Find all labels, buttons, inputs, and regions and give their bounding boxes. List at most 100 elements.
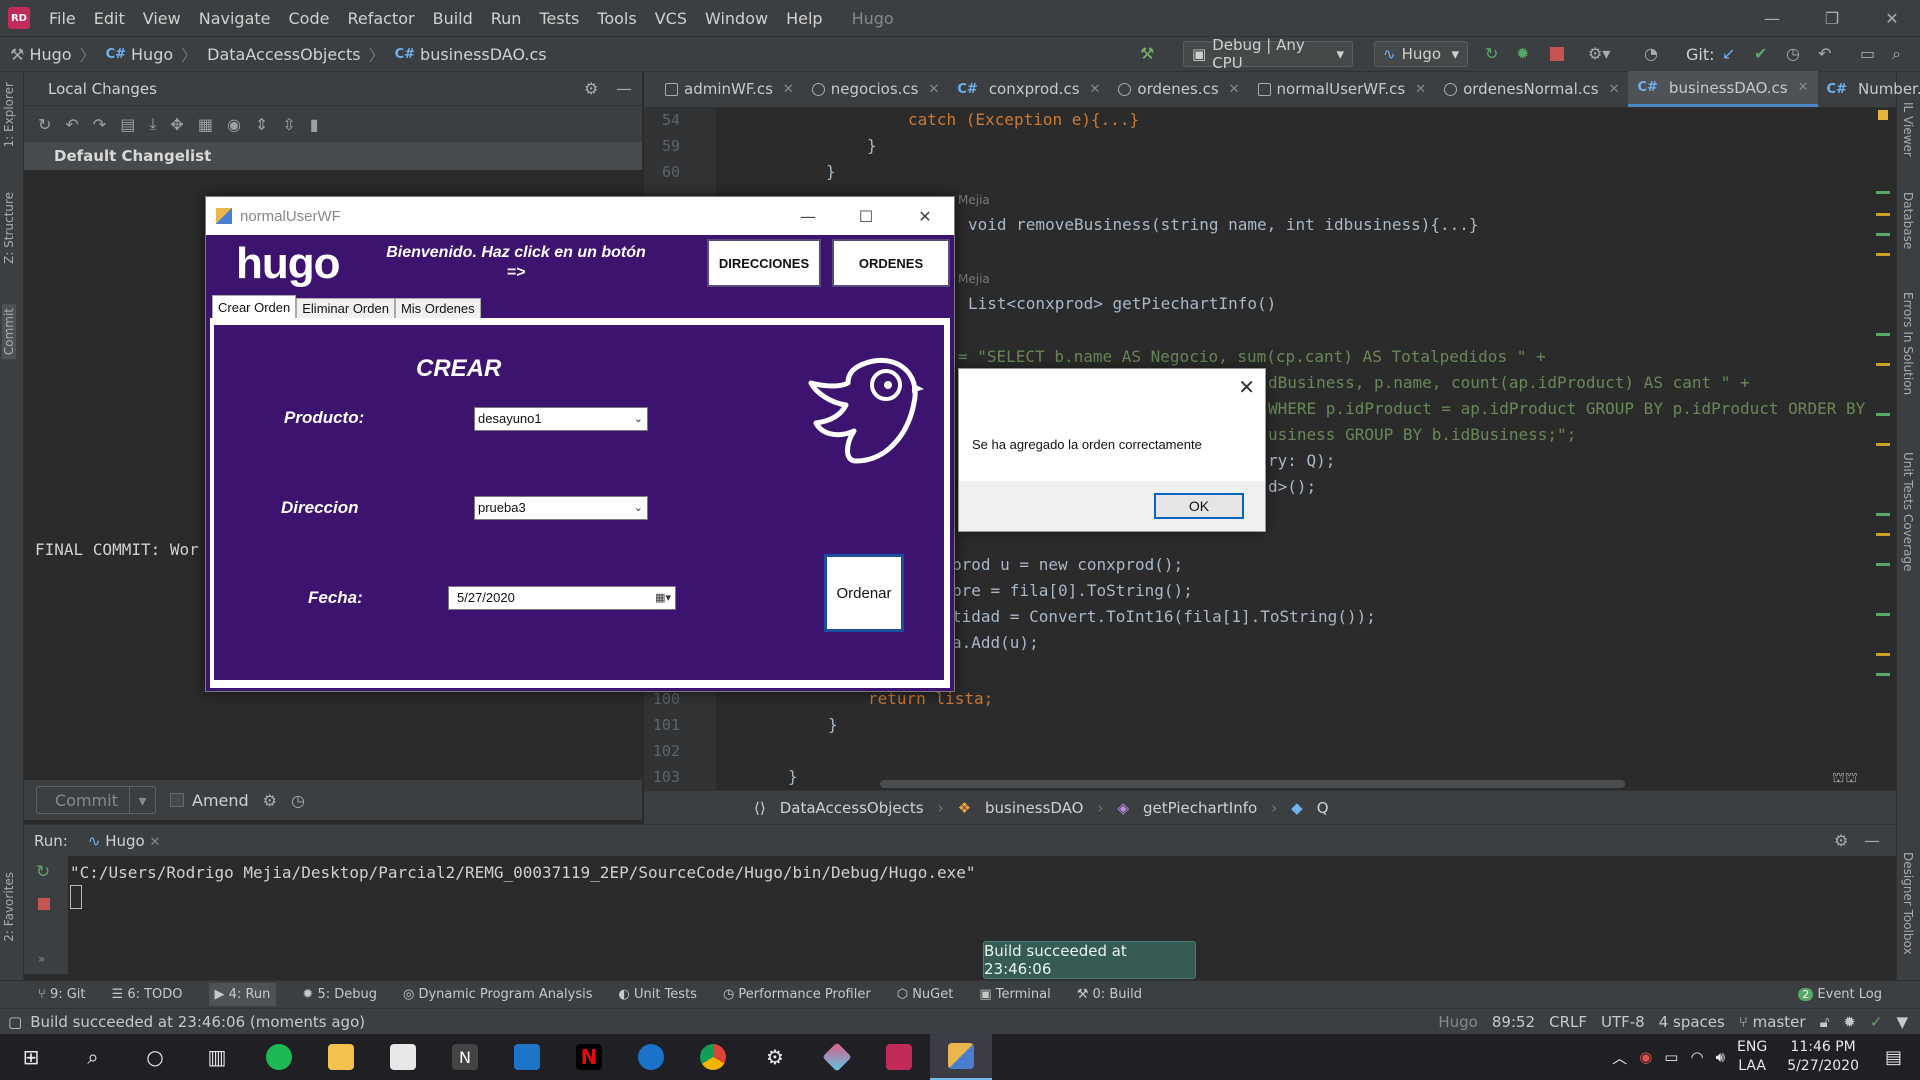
gitkraken-icon[interactable] bbox=[806, 1034, 868, 1080]
menu-help[interactable]: Help bbox=[777, 9, 831, 28]
antivirus-icon[interactable]: ◉ bbox=[1639, 1048, 1652, 1066]
stop-icon[interactable] bbox=[1550, 47, 1564, 61]
settings-icon[interactable]: ⚙ bbox=[744, 1034, 806, 1080]
crumb-namespace[interactable]: DataAccessObjects bbox=[780, 799, 924, 817]
status-line-separator[interactable]: CRLF bbox=[1549, 1013, 1587, 1031]
change-marker[interactable] bbox=[1876, 533, 1890, 536]
menu-vcs[interactable]: VCS bbox=[646, 9, 696, 28]
explorer-tool-tab[interactable]: 1: Explorer bbox=[2, 82, 16, 147]
download-icon[interactable]: ⤓ bbox=[149, 114, 156, 134]
expand-icon[interactable]: ⇕ bbox=[255, 115, 268, 134]
refresh-icon[interactable]: ↻ bbox=[38, 115, 51, 134]
group-icon[interactable]: ▦ bbox=[198, 115, 213, 134]
tool-tab-dpa[interactable]: ◎ Dynamic Program Analysis bbox=[403, 987, 593, 1002]
change-marker[interactable] bbox=[1876, 333, 1890, 336]
window-titlebar[interactable]: normalUserWF — ☐ ✕ bbox=[206, 197, 954, 235]
menu-code[interactable]: Code bbox=[280, 9, 339, 28]
language-indicator[interactable]: ENG LAA bbox=[1737, 1038, 1767, 1076]
tab-normaluserwf[interactable]: normalUserWF.cs ✕ bbox=[1249, 71, 1436, 107]
structure-tool-tab[interactable]: Z: Structure bbox=[2, 192, 16, 264]
restore-icon[interactable]: ❐ bbox=[1802, 0, 1862, 36]
il-viewer-tool-tab[interactable]: IL Viewer bbox=[1901, 102, 1915, 157]
tool-tab-nuget[interactable]: ⬡ NuGet bbox=[897, 987, 954, 1002]
minimize-panel-icon[interactable]: — bbox=[1864, 831, 1880, 850]
stop-icon[interactable] bbox=[38, 898, 50, 910]
lock-icon[interactable]: 🔓︎ bbox=[1820, 1013, 1830, 1031]
breadcrumb-file[interactable]: C# businessDAO.cs bbox=[385, 45, 547, 64]
errors-tool-tab[interactable]: Errors In Solution bbox=[1901, 292, 1915, 395]
tool-tab-debug[interactable]: ✹ 5: Debug bbox=[302, 987, 377, 1002]
tool-tab-build[interactable]: ⚒ 0: Build bbox=[1077, 987, 1142, 1002]
status-indent[interactable]: 4 spaces bbox=[1659, 1013, 1725, 1031]
mail-icon[interactable] bbox=[496, 1034, 558, 1080]
event-log-button[interactable]: 2 Event Log bbox=[1798, 987, 1882, 1002]
fecha-datepicker[interactable]: 5/27/2020 ▦▾ bbox=[448, 586, 676, 610]
build-hammer-icon[interactable]: ⚒ bbox=[1140, 44, 1154, 63]
attach-icon[interactable]: ⚙▾ bbox=[1588, 44, 1610, 63]
edge-icon[interactable] bbox=[620, 1034, 682, 1080]
move-icon[interactable]: ✥ bbox=[170, 115, 183, 134]
editor-scrollbar[interactable] bbox=[1880, 108, 1896, 790]
tool-tab-git[interactable]: ⑂ 9: Git bbox=[38, 987, 86, 1002]
tab-crear-orden[interactable]: Crear Orden bbox=[212, 295, 297, 319]
tab-negocios[interactable]: negocios.cs ✕ bbox=[803, 71, 949, 107]
tab-ordenes[interactable]: ordenes.cs ✕ bbox=[1109, 71, 1248, 107]
shelve-icon[interactable]: ↷ bbox=[93, 115, 106, 134]
close-tab-icon[interactable]: ✕ bbox=[783, 82, 794, 97]
wifi-icon[interactable]: ◠ bbox=[1690, 1048, 1703, 1066]
debug-bug-icon[interactable]: ✹ bbox=[1516, 44, 1529, 63]
git-update-icon[interactable]: ↙ bbox=[1722, 44, 1735, 63]
clock[interactable]: 11:46 PM 5/27/2020 bbox=[1787, 1038, 1859, 1076]
commit-button[interactable]: Commit ▾ bbox=[36, 786, 156, 814]
notion-icon[interactable]: N bbox=[434, 1034, 496, 1080]
diff-icon[interactable]: ▤ bbox=[120, 115, 135, 134]
commit-tool-tab[interactable]: Commit bbox=[2, 304, 16, 360]
preview-icon[interactable]: ▮ bbox=[310, 115, 319, 134]
database-tool-tab[interactable]: Database bbox=[1901, 192, 1915, 249]
status-encoding[interactable]: UTF-8 bbox=[1601, 1013, 1645, 1031]
menu-window[interactable]: Window bbox=[696, 9, 777, 28]
tool-tab-run[interactable]: ▶ 4: Run bbox=[208, 983, 277, 1006]
ordenes-button[interactable]: ORDENES bbox=[832, 239, 950, 287]
eye-icon[interactable]: ◉ bbox=[227, 115, 241, 134]
windows-start-icon[interactable]: ⊞ bbox=[0, 1034, 62, 1080]
git-commit-icon[interactable]: ✔ bbox=[1754, 44, 1767, 63]
volume-icon[interactable]: 🔊︎ bbox=[1716, 1048, 1725, 1066]
gear-icon[interactable]: ⚙ bbox=[584, 79, 598, 98]
configuration-dropdown[interactable]: ▣ Debug | Any CPU ▾ bbox=[1183, 36, 1353, 72]
coverage-tool-tab[interactable]: Unit Tests Coverage bbox=[1901, 452, 1915, 571]
menu-refactor[interactable]: Refactor bbox=[338, 9, 423, 28]
rider-icon[interactable] bbox=[868, 1034, 930, 1080]
close-icon[interactable]: ✕ bbox=[1238, 375, 1255, 400]
producto-select[interactable]: desayuno1 ⌄ bbox=[474, 407, 648, 431]
tab-mis-ordenes[interactable]: Mis Ordenes bbox=[394, 298, 481, 319]
change-marker[interactable] bbox=[1876, 513, 1890, 516]
status-toggle-icon[interactable]: ▢ bbox=[8, 1013, 22, 1031]
tab-conxprod[interactable]: C# conxprod.cs ✕ bbox=[948, 71, 1109, 107]
gear-icon[interactable]: ⚙ bbox=[263, 791, 277, 810]
spotify-icon[interactable] bbox=[248, 1034, 310, 1080]
menu-edit[interactable]: Edit bbox=[85, 9, 134, 28]
task-view-icon[interactable]: ▥ bbox=[186, 1034, 248, 1080]
change-marker[interactable] bbox=[1876, 363, 1890, 366]
status-caret-position[interactable]: 89:52 bbox=[1492, 1013, 1535, 1031]
close-tab-icon[interactable]: ✕ bbox=[928, 82, 939, 97]
file-explorer-icon[interactable] bbox=[310, 1034, 372, 1080]
horizontal-scrollbar[interactable] bbox=[880, 780, 1625, 788]
bug-status-icon[interactable]: ✹ bbox=[1843, 1013, 1856, 1031]
minimize-panel-icon[interactable]: — bbox=[616, 79, 632, 98]
close-tab-icon[interactable]: ✕ bbox=[1798, 80, 1809, 95]
chrome-icon[interactable] bbox=[682, 1034, 744, 1080]
console-input-cursor[interactable] bbox=[70, 885, 82, 909]
direccion-select[interactable]: prueba3 ⌄ bbox=[474, 496, 648, 520]
change-marker[interactable] bbox=[1876, 253, 1890, 256]
action-center-icon[interactable]: ▤ bbox=[1885, 1047, 1902, 1068]
rerun-icon[interactable]: ↻ bbox=[36, 862, 50, 882]
battery-icon[interactable]: ▭ bbox=[1664, 1048, 1678, 1066]
local-changes-title[interactable]: Local Changes bbox=[48, 80, 157, 98]
tab-businessdao[interactable]: C# businessDAO.cs ✕ bbox=[1628, 71, 1818, 107]
search-icon[interactable]: ⌕ bbox=[62, 1034, 124, 1080]
close-tab-icon[interactable]: ✕ bbox=[1229, 82, 1240, 97]
menu-file[interactable]: File bbox=[40, 9, 85, 28]
run-target-dropdown[interactable]: ∿ Hugo ▾ bbox=[1374, 41, 1468, 67]
